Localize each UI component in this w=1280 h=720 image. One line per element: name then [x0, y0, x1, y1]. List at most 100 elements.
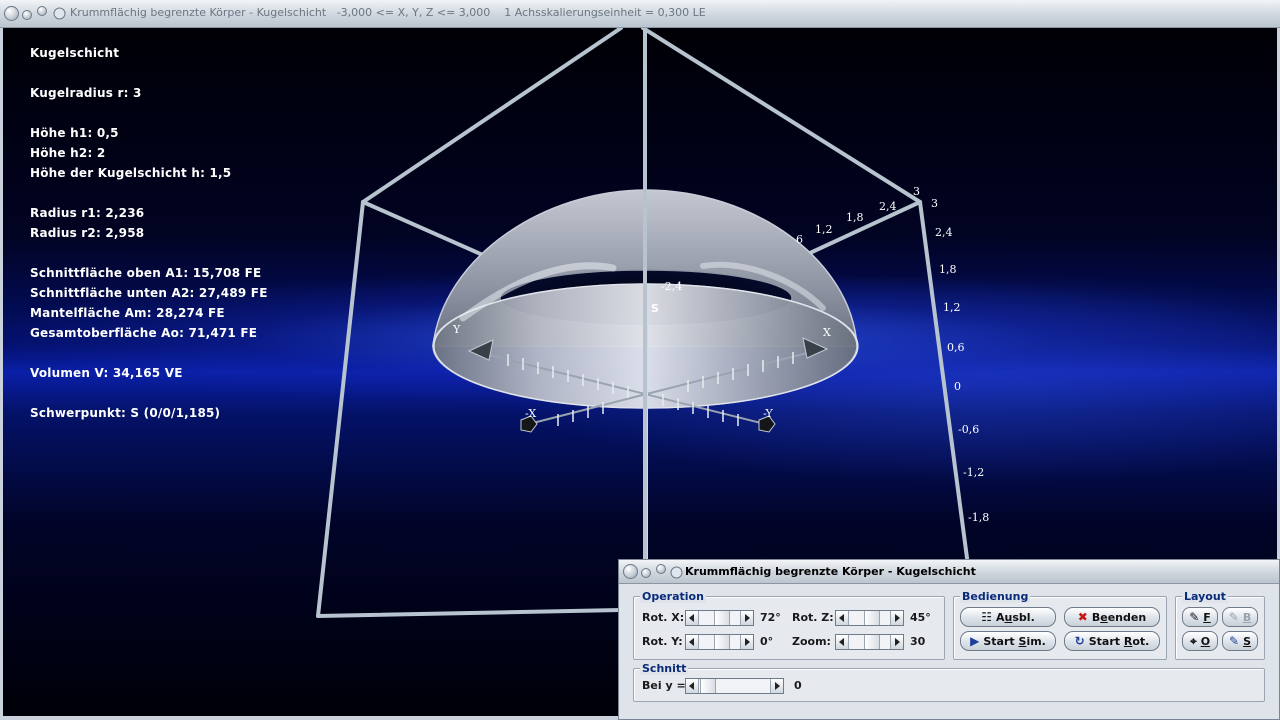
top-edge-tick: 2,4 [879, 200, 897, 213]
start-rot-button[interactable]: ↻ Start Rot. [1064, 631, 1160, 651]
scroll-thumb[interactable] [714, 635, 730, 649]
inner-tick-label: -2,4 [661, 280, 682, 293]
maximize-window-icon[interactable] [37, 6, 47, 16]
y-axis-label: Y [452, 323, 461, 336]
control-panel-body: Operation Rot. X: 72° Rot. Y: 0° Rot. Z: [619, 584, 1279, 719]
scroll-right-arrow-icon[interactable] [890, 611, 903, 625]
info-a1: Schnittfläche oben A1: 15,708 FE [30, 266, 262, 280]
minimize-window-icon[interactable] [641, 568, 651, 578]
layout-group: Layout ✎ F ✎ B ⌖ O ✎ S [1175, 590, 1265, 660]
info-radius: Kugelradius r: 3 [30, 86, 142, 100]
scroll-right-arrow-icon[interactable] [740, 635, 753, 649]
scroll-thumb[interactable] [700, 679, 716, 693]
paint-icon: ✎ [1229, 634, 1240, 648]
bedienung-legend: Bedienung [960, 590, 1031, 603]
info-centroid: Schwerpunkt: S (0/0/1,185) [30, 406, 221, 420]
neg-y-axis-label: -Y [763, 407, 774, 420]
minimize-window-icon[interactable] [22, 10, 32, 20]
layout-f-label: F [1203, 610, 1211, 624]
z-tick-label: 1,8 [939, 263, 957, 276]
zoom-scrollbar[interactable] [835, 634, 904, 650]
z-tick-label: -1,8 [968, 511, 989, 524]
start-sim-label: Start Sim. [983, 634, 1046, 648]
ausblenden-label: Ausbl. [996, 610, 1035, 624]
scroll-left-arrow-icon[interactable] [686, 679, 699, 693]
layout-s-button[interactable]: ✎ S [1222, 631, 1258, 651]
info-h2: Höhe h2: 2 [30, 146, 106, 160]
layout-b-label: B [1242, 610, 1252, 624]
app-icon [670, 566, 683, 579]
schnitt-scrollbar[interactable] [685, 678, 784, 694]
layout-o-label: O [1200, 634, 1211, 648]
control-titlebar[interactable]: Krummflächig begrenzte Körper - Kugelsch… [619, 560, 1279, 584]
start-rot-label: Start Rot. [1088, 634, 1150, 648]
layout-legend: Layout [1182, 590, 1228, 603]
z-tick-label: 2,4 [935, 226, 953, 239]
scroll-right-arrow-icon[interactable] [770, 679, 783, 693]
top-edge-tick: 1,2 [815, 223, 833, 236]
bei-y-value: 0 [794, 679, 802, 692]
close-window-icon[interactable] [4, 6, 19, 21]
maximize-window-icon[interactable] [656, 564, 666, 574]
scroll-thumb[interactable] [864, 611, 880, 625]
z-tick-label: -1,2 [963, 466, 984, 479]
control-window: Krummflächig begrenzte Körper - Kugelsch… [618, 559, 1280, 720]
layout-o-button[interactable]: ⌖ O [1182, 631, 1218, 651]
info-am: Mantelfläche Am: 28,274 FE [30, 306, 225, 320]
beenden-button[interactable]: ✖ Beenden [1064, 607, 1160, 627]
brush-icon: ✎ [1228, 610, 1239, 624]
origin-icon: ⌖ [1189, 634, 1197, 648]
top-edge-tick: 1,8 [846, 211, 864, 224]
layout-b-button[interactable]: ✎ B [1222, 607, 1258, 627]
z-tick-label: 0,6 [947, 341, 965, 354]
rot-y-value: 0° [760, 635, 774, 648]
z-tick-label: 3 [931, 197, 938, 210]
neg-x-axis-label: -X [525, 407, 536, 420]
info-volume: Volumen V: 34,165 VE [30, 366, 183, 380]
layout-s-label: S [1243, 634, 1251, 648]
info-heading: Kugelschicht [30, 46, 120, 60]
rot-z-value: 45° [910, 611, 931, 624]
main-window-title: Krummflächig begrenzte Körper - Kugelsch… [70, 6, 706, 19]
bedienung-group: Bedienung ☷ Ausbl. ✖ Beenden ▶ Start Sim… [953, 590, 1167, 660]
close-window-icon[interactable] [623, 564, 638, 579]
close-icon: ✖ [1077, 610, 1088, 624]
z-tick-label: 0 [954, 380, 961, 393]
scroll-right-arrow-icon[interactable] [890, 635, 903, 649]
z-tick-label: 1,2 [943, 301, 961, 314]
bei-y-label: Bei y = [642, 679, 686, 692]
hide-icon: ☷ [981, 610, 993, 624]
main-titlebar[interactable]: Krummflächig begrenzte Körper - Kugelsch… [0, 0, 1280, 28]
scroll-thumb[interactable] [714, 611, 730, 625]
info-r2: Radius r2: 2,958 [30, 226, 145, 240]
ausblenden-button[interactable]: ☷ Ausbl. [960, 607, 1056, 627]
operation-group: Operation Rot. X: 72° Rot. Y: 0° Rot. Z: [633, 590, 945, 660]
rot-x-value: 72° [760, 611, 781, 624]
scroll-left-arrow-icon[interactable] [686, 635, 699, 649]
layout-f-button[interactable]: ✎ F [1182, 607, 1218, 627]
z-tick-label: -0,6 [958, 423, 979, 436]
rot-y-label: Rot. Y: [642, 635, 683, 648]
info-a2: Schnittfläche unten A2: 27,489 FE [30, 286, 268, 300]
rot-z-scrollbar[interactable] [835, 610, 904, 626]
scroll-left-arrow-icon[interactable] [686, 611, 699, 625]
zoom-label: Zoom: [792, 635, 831, 648]
app-icon [53, 7, 66, 20]
scroll-right-arrow-icon[interactable] [740, 611, 753, 625]
rot-z-label: Rot. Z: [792, 611, 834, 624]
start-sim-button[interactable]: ▶ Start Sim. [960, 631, 1056, 651]
centroid-label: S [651, 302, 659, 315]
info-r1: Radius r1: 2,236 [30, 206, 145, 220]
rot-x-scrollbar[interactable] [685, 610, 754, 626]
rot-y-scrollbar[interactable] [685, 634, 754, 650]
fill-icon: ✎ [1189, 610, 1200, 624]
scroll-left-arrow-icon[interactable] [836, 611, 849, 625]
operation-legend: Operation [640, 590, 706, 603]
scroll-thumb[interactable] [864, 635, 880, 649]
scroll-left-arrow-icon[interactable] [836, 635, 849, 649]
info-h: Höhe der Kugelschicht h: 1,5 [30, 166, 232, 180]
info-h1: Höhe h1: 0,5 [30, 126, 119, 140]
top-edge-tick: 3 [913, 185, 920, 198]
info-ao: Gesamtoberfläche Ao: 71,471 FE [30, 326, 258, 340]
x-axis-label: X [823, 326, 831, 339]
